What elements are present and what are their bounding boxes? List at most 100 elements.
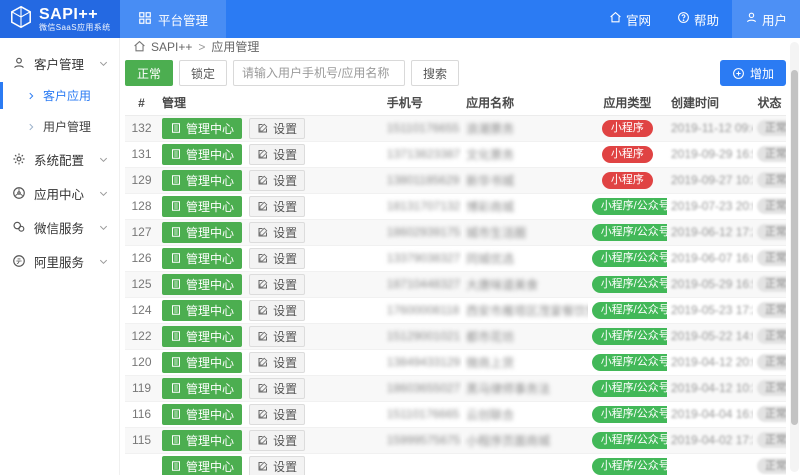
manage-cell: 管理中心设置 (158, 323, 383, 349)
created-time: 2019-07-23 20:01 (671, 199, 753, 213)
edit-icon (257, 174, 269, 186)
filter-normal-button[interactable]: 正常 (125, 60, 173, 86)
manage-center-button[interactable]: 管理中心 (162, 326, 242, 347)
main-content: SAPI++ > 应用管理 正常 锁定 搜索 (120, 38, 800, 475)
created-time: 2019-06-12 17:28 (671, 225, 753, 239)
plus-circle-icon (732, 67, 745, 80)
breadcrumb-root[interactable]: SAPI++ (151, 40, 192, 54)
chevron-down-icon (98, 58, 109, 69)
wechat-icon (12, 220, 26, 234)
nav-tab-platform-admin[interactable]: 平台管理 (120, 0, 226, 38)
manage-center-button[interactable]: 管理中心 (162, 222, 242, 243)
nav-item-help[interactable]: 帮助 (664, 0, 732, 38)
manage-cell: 管理中心设置 (158, 427, 383, 453)
manage-center-button[interactable]: 管理中心 (162, 430, 242, 451)
phone-number: 13713823387 (387, 147, 460, 161)
app-window: SAPI++ 微信SaaS应用系统 平台管理 官网 (0, 0, 800, 475)
row-id: 122 (125, 323, 158, 349)
search-input[interactable] (233, 60, 405, 86)
created-time: 2019-05-23 17:27 (671, 303, 753, 317)
sidebar-item-label: 客户应用 (43, 87, 91, 104)
column-header: 手机号 (383, 91, 462, 115)
app-type-badge: 小程序/公众号 (592, 354, 667, 371)
logo[interactable]: SAPI++ 微信SaaS应用系统 (0, 0, 120, 38)
sidebar-group-label: 应用中心 (34, 184, 84, 203)
manage-center-button[interactable]: 管理中心 (162, 456, 242, 475)
settings-button[interactable]: 设置 (249, 326, 305, 347)
table-header-row: #管理手机号应用名称应用类型创建时间状态 (125, 91, 786, 115)
manage-center-button[interactable]: 管理中心 (162, 404, 242, 425)
filter-locked-button[interactable]: 锁定 (179, 60, 227, 86)
row-id: 120 (125, 349, 158, 375)
row-id: 116 (125, 401, 158, 427)
sidebar-item-customer-apps[interactable]: 客户应用 (0, 80, 119, 111)
table-row: 115管理中心设置15999575675小程序页面商城小程序/公众号2019-0… (125, 427, 786, 453)
phone-number: 17600008118 (387, 303, 460, 317)
search-button[interactable]: 搜索 (411, 60, 459, 86)
table-row: 132管理中心设置15110176655浪潮票务小程序2019-11-12 09… (125, 115, 786, 141)
edit-icon (257, 304, 269, 316)
manage-cell: 管理中心设置 (158, 375, 383, 401)
list-icon (170, 356, 182, 368)
status-badge: 正常 (757, 276, 786, 292)
settings-button[interactable]: 设置 (249, 404, 305, 425)
settings-button[interactable]: 设置 (249, 170, 305, 191)
app-name: 微商上货 (466, 356, 514, 370)
settings-button[interactable]: 设置 (249, 430, 305, 451)
manage-center-button[interactable]: 管理中心 (162, 196, 242, 217)
nav-item-label: 官网 (626, 10, 651, 29)
manage-center-button[interactable]: 管理中心 (162, 248, 242, 269)
manage-center-button[interactable]: 管理中心 (162, 118, 242, 139)
app-name: 都市花坊 (466, 330, 514, 344)
vertical-scrollbar[interactable] (790, 42, 799, 472)
chevron-down-icon (98, 256, 109, 267)
manage-center-button[interactable]: 管理中心 (162, 300, 242, 321)
edit-icon (257, 408, 269, 420)
settings-button[interactable]: 设置 (249, 274, 305, 295)
phone-number: 13801185629 (387, 173, 460, 187)
edit-icon (257, 434, 269, 446)
app-name: 博彩商城 (466, 200, 514, 214)
table-row: 119管理中心设置18603655027黑马律师事务法小程序/公众号2019-0… (125, 375, 786, 401)
nav-item-website[interactable]: 官网 (596, 0, 664, 38)
settings-button[interactable]: 设置 (249, 300, 305, 321)
settings-button[interactable]: 设置 (249, 352, 305, 373)
manage-cell: 管理中心设置 (158, 453, 383, 475)
list-icon (170, 226, 182, 238)
settings-button[interactable]: 设置 (249, 378, 305, 399)
row-id: 119 (125, 375, 158, 401)
sidebar-group-system-config[interactable]: 系统配置 (0, 142, 119, 176)
edit-icon (257, 278, 269, 290)
add-button[interactable]: 增加 (720, 60, 786, 86)
manage-center-button[interactable]: 管理中心 (162, 144, 242, 165)
navbar-right: 官网 帮助 用户 (596, 0, 800, 38)
sidebar-item-user-admin[interactable]: 用户管理 (0, 111, 119, 142)
manage-center-button[interactable]: 管理中心 (162, 352, 242, 373)
manage-center-button[interactable]: 管理中心 (162, 274, 242, 295)
list-icon (170, 174, 182, 186)
manage-center-button[interactable]: 管理中心 (162, 170, 242, 191)
sidebar-group-ali-services[interactable]: 阿里服务 (0, 244, 119, 278)
edit-icon (257, 200, 269, 212)
nav-item-user[interactable]: 用户 (732, 0, 800, 38)
app-type-badge: 小程序/公众号 (592, 198, 667, 215)
created-time: 2019-04-12 10:31 (671, 381, 753, 395)
settings-button[interactable]: 设置 (249, 456, 305, 475)
created-time: 2019-05-29 16:52 (671, 277, 753, 291)
settings-button[interactable]: 设置 (249, 118, 305, 139)
manage-center-button[interactable]: 管理中心 (162, 378, 242, 399)
settings-button[interactable]: 设置 (249, 196, 305, 217)
table-row: 管理中心设置小程序/公众号正常 (125, 453, 786, 475)
scrollbar-thumb[interactable] (791, 70, 798, 425)
settings-button[interactable]: 设置 (249, 248, 305, 269)
settings-button[interactable]: 设置 (249, 222, 305, 243)
sidebar-group-wechat-services[interactable]: 微信服务 (0, 210, 119, 244)
sidebar-group-app-center[interactable]: 应用中心 (0, 176, 119, 210)
created-time: 2019-04-02 17:34 (671, 433, 753, 447)
status-badge: 正常 (757, 250, 786, 266)
sidebar-group-customer[interactable]: 客户管理 (0, 46, 119, 80)
logo-title: SAPI++ (39, 7, 111, 23)
status-badge: 正常 (757, 458, 786, 474)
settings-button[interactable]: 设置 (249, 144, 305, 165)
created-time: 2019-05-22 14:05 (671, 329, 753, 343)
